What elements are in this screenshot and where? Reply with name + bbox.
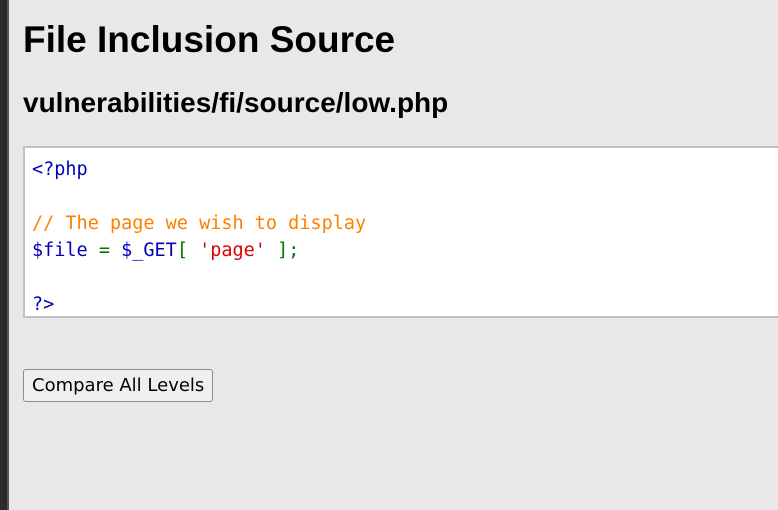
compare-all-levels-button[interactable]: Compare All Levels bbox=[23, 369, 214, 402]
code-comment: // The page we wish to display bbox=[32, 213, 367, 234]
code-string-page: 'page' bbox=[199, 240, 266, 261]
php-open-tag: <?php bbox=[32, 159, 88, 180]
code-bracket-open: [ bbox=[176, 240, 200, 261]
source-file-path: vulnerabilities/fi/source/low.php bbox=[23, 87, 449, 118]
source-code-block: <?php // The page we wish to display $fi… bbox=[23, 146, 778, 318]
code-var-get: $_GET bbox=[121, 240, 177, 261]
code-var-file: $file bbox=[32, 240, 88, 261]
code-bracket-close: ]; bbox=[265, 240, 300, 261]
source-code: <?php // The page we wish to display $fi… bbox=[25, 148, 778, 318]
php-close-tag: ?> bbox=[32, 294, 55, 315]
page-title: File Inclusion Source bbox=[23, 19, 396, 60]
code-assign: = bbox=[87, 240, 122, 261]
window-left-border bbox=[0, 0, 9, 510]
